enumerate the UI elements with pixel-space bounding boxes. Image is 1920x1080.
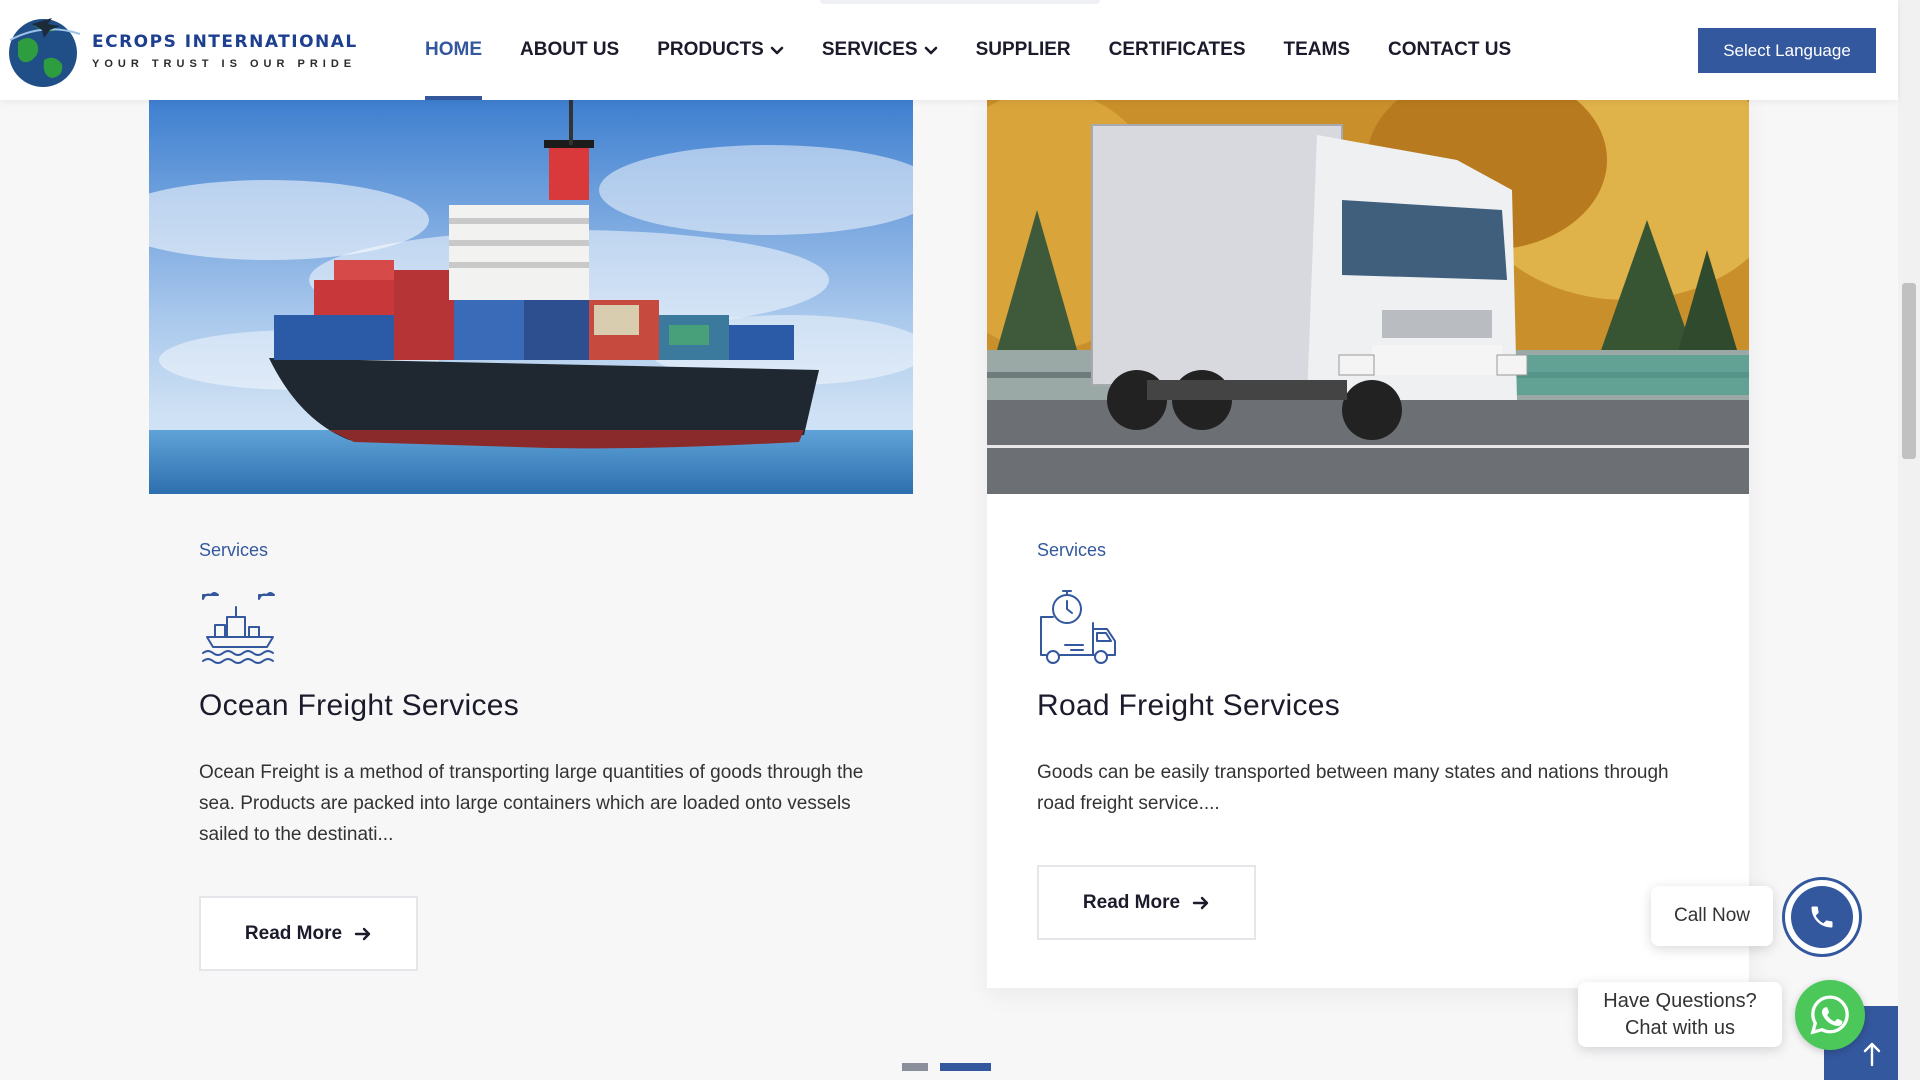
chevron-down-icon	[770, 46, 784, 55]
phone-icon	[1811, 906, 1833, 928]
call-now-label: Call Now	[1673, 905, 1751, 926]
read-more-label: Read More	[1082, 891, 1181, 913]
service-card-ocean: Services Ocean Freight Services Ocean Fr…	[149, 100, 913, 1000]
globe-logo-icon	[9, 18, 81, 87]
main-nav: HOME ABOUT US PRODUCTS SERVICES SUPPLIER…	[425, 0, 1549, 100]
nav-label: TEAMS	[1283, 39, 1351, 60]
nav-products[interactable]: PRODUCTS	[657, 0, 784, 100]
ship-icon	[199, 587, 281, 669]
call-button[interactable]	[1782, 877, 1862, 957]
nav-teams[interactable]: TEAMS	[1284, 0, 1351, 100]
delivery-truck-icon	[1037, 587, 1119, 669]
read-more-button[interactable]: Read More	[199, 896, 418, 971]
cargo-ship-image	[149, 100, 913, 494]
card-body: Services Road Freight Services Goods can…	[1037, 540, 1709, 819]
arrow-up-icon	[1863, 1042, 1881, 1067]
delivery-truck-image	[987, 100, 1749, 494]
scrollbar-thumb[interactable]	[1902, 283, 1916, 459]
service-card-road: Services Road Freight Services Goods can…	[987, 100, 1749, 988]
nav-certificates[interactable]: CERTIFICATES	[1109, 0, 1246, 100]
select-language-button[interactable]: Select Language	[1698, 28, 1876, 73]
whatsapp-button[interactable]	[1795, 980, 1865, 1050]
nav-label: CONTACT US	[1388, 39, 1512, 60]
card-description: Goods can be easily transported between …	[1037, 762, 1669, 814]
chat-line-2: Chat with us	[1624, 1017, 1736, 1039]
logo-tagline: YOUR TRUST IS OUR PRIDE	[92, 58, 357, 70]
page: Services Ocean Freight Services Ocean Fr…	[0, 0, 1920, 1080]
carousel-dot-2[interactable]	[940, 1063, 991, 1071]
read-more-label: Read More	[244, 922, 343, 944]
card-body: Services Ocean Freight Services Ocean Fr…	[199, 540, 873, 850]
read-more-button[interactable]: Read More	[1037, 865, 1256, 940]
card-title: Road Freight Services	[1037, 689, 1341, 722]
carousel-dot-1[interactable]	[902, 1063, 928, 1071]
card-category[interactable]: Services	[199, 540, 873, 561]
scrollbar-track[interactable]	[1898, 0, 1920, 1080]
card-description: Ocean Freight is a method of transportin…	[199, 762, 864, 845]
nav-label: CERTIFICATES	[1108, 39, 1246, 60]
logo-name: ECROPS INTERNATIONAL	[92, 32, 358, 52]
nav-label: SUPPLIER	[975, 39, 1071, 60]
site-logo[interactable]: ECROPS INTERNATIONAL YOUR TRUST IS OUR P…	[4, 12, 358, 90]
nav-about-us[interactable]: ABOUT US	[520, 0, 619, 100]
chevron-down-icon	[924, 46, 937, 55]
card-category[interactable]: Services	[1037, 540, 1709, 561]
whatsapp-icon	[1810, 995, 1849, 1035]
arrow-right-icon	[354, 927, 371, 940]
call-now-bubble[interactable]: Call Now	[1651, 886, 1773, 946]
site-header: ECROPS INTERNATIONAL YOUR TRUST IS OUR P…	[0, 0, 1898, 100]
nav-contact-us[interactable]: CONTACT US	[1388, 0, 1511, 100]
nav-supplier[interactable]: SUPPLIER	[976, 0, 1071, 100]
nav-home[interactable]: HOME	[425, 0, 482, 100]
arrow-right-icon	[1192, 896, 1209, 909]
nav-label: HOME	[425, 39, 482, 60]
nav-label: PRODUCTS	[657, 39, 764, 60]
nav-label: ABOUT US	[520, 39, 620, 60]
chat-bubble[interactable]: Have Questions? Chat with us	[1578, 982, 1782, 1047]
nav-label: SERVICES	[821, 39, 918, 60]
card-title: Ocean Freight Services	[199, 689, 520, 722]
chat-line-1: Have Questions?	[1603, 990, 1757, 1012]
nav-services[interactable]: SERVICES	[822, 0, 938, 100]
